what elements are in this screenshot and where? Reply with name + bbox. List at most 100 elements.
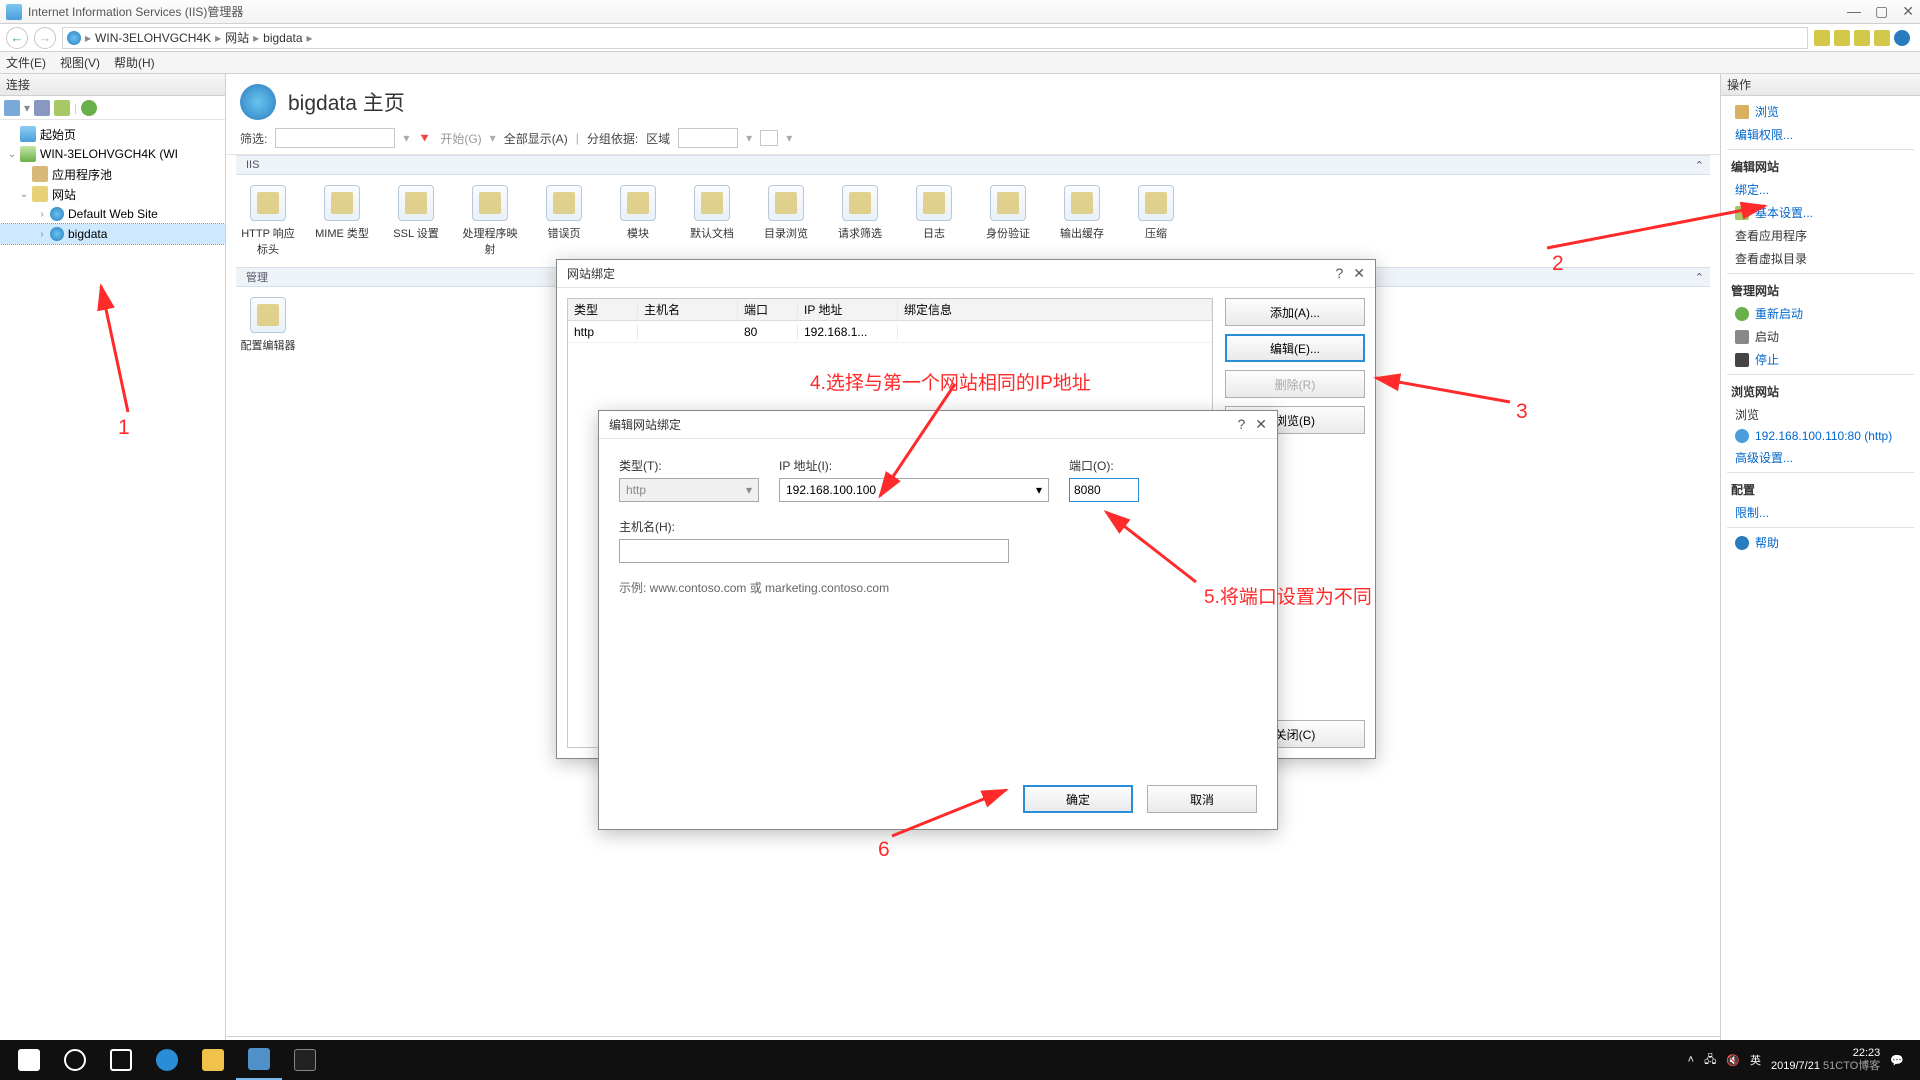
- tray-notifications-icon[interactable]: 💬: [1890, 1054, 1904, 1067]
- feature-logging[interactable]: 日志: [906, 185, 962, 257]
- feature-default-doc[interactable]: 默认文档: [684, 185, 740, 257]
- tray-chevron-icon[interactable]: ˄: [1688, 1054, 1694, 1066]
- bindings-edit-button[interactable]: 编辑(E)...: [1225, 334, 1365, 362]
- minimize-button[interactable]: —: [1847, 3, 1861, 20]
- breadcrumb-site[interactable]: bigdata: [263, 31, 302, 45]
- tool-icon[interactable]: [1814, 30, 1830, 46]
- dialog-close-icon[interactable]: ✕: [1255, 416, 1267, 433]
- col-ip: IP 地址: [798, 301, 898, 318]
- ip-select[interactable]: 192.168.100.100▾: [779, 478, 1049, 502]
- maximize-button[interactable]: ▢: [1875, 3, 1888, 20]
- label-ip: IP 地址(I):: [779, 457, 1049, 474]
- connections-tree: 起始页 ⌄WIN-3ELOHVGCH4K (WI 应用程序池 ⌄网站 ›Defa…: [0, 120, 225, 1042]
- feature-ssl[interactable]: SSL 设置: [388, 185, 444, 257]
- col-port: 端口: [738, 301, 798, 318]
- feature-handler-mappings[interactable]: 处理程序映射: [462, 185, 518, 257]
- feature-auth[interactable]: 身份验证: [980, 185, 1036, 257]
- menu-file[interactable]: 文件(E): [6, 54, 46, 71]
- action-stop[interactable]: 停止: [1721, 348, 1920, 371]
- groupby-combo[interactable]: [678, 128, 738, 148]
- type-select: http▾: [619, 478, 759, 502]
- tree-start-page[interactable]: 起始页: [0, 124, 225, 144]
- groupby-value[interactable]: 区域: [646, 130, 670, 147]
- dialog-help-icon[interactable]: ?: [1335, 265, 1343, 282]
- action-advanced-settings[interactable]: 高级设置...: [1721, 446, 1920, 469]
- breadcrumb-server[interactable]: WIN-3ELOHVGCH4K: [95, 31, 211, 45]
- windows-taskbar: ˄ 🖧 🔇 英 22:23 2019/7/21 51CTO博客 💬: [0, 1040, 1920, 1080]
- bindings-add-button[interactable]: 添加(A)...: [1225, 298, 1365, 326]
- tray-volume-icon[interactable]: 🔇: [1726, 1054, 1740, 1067]
- globe-icon: [67, 31, 81, 45]
- tree-apppools[interactable]: 应用程序池: [0, 164, 225, 184]
- taskbar-iis[interactable]: [236, 1040, 282, 1080]
- dialog-close-icon[interactable]: ✕: [1353, 265, 1365, 282]
- cancel-button[interactable]: 取消: [1147, 785, 1257, 813]
- feature-compression[interactable]: 压缩: [1128, 185, 1184, 257]
- action-view-apps[interactable]: 查看应用程序: [1721, 224, 1920, 247]
- tree-sites[interactable]: ⌄网站: [0, 184, 225, 204]
- action-edit-permissions[interactable]: 编辑权限...: [1721, 123, 1920, 146]
- action-basic-settings[interactable]: 基本设置...: [1721, 201, 1920, 224]
- hostname-input[interactable]: [619, 539, 1009, 563]
- tool-icon[interactable]: [1874, 30, 1890, 46]
- port-input[interactable]: [1069, 478, 1139, 502]
- taskbar-explorer[interactable]: [190, 1040, 236, 1080]
- refresh-icon[interactable]: [81, 100, 97, 116]
- feature-request-filter[interactable]: 请求筛选: [832, 185, 888, 257]
- taskbar-cmd[interactable]: [282, 1040, 328, 1080]
- taskbar-ie[interactable]: [144, 1040, 190, 1080]
- action-browse[interactable]: 浏览: [1721, 100, 1920, 123]
- task-view-button[interactable]: [98, 1040, 144, 1080]
- col-info: 绑定信息: [898, 301, 1212, 318]
- tree-default-site[interactable]: ›Default Web Site: [0, 204, 225, 224]
- feature-http-headers[interactable]: HTTP 响应标头: [240, 185, 296, 257]
- action-bindings[interactable]: 绑定...: [1721, 178, 1920, 201]
- edit-dialog-title: 编辑网站绑定: [609, 416, 681, 433]
- tray-clock[interactable]: 22:23 2019/7/21 51CTO博客: [1771, 1047, 1880, 1073]
- feature-config-editor[interactable]: 配置编辑器: [240, 297, 296, 353]
- search-button[interactable]: [52, 1040, 98, 1080]
- tray-network-icon[interactable]: 🖧: [1704, 1051, 1716, 1070]
- filter-combo[interactable]: [275, 128, 395, 148]
- tray-ime[interactable]: 英: [1750, 1052, 1761, 1068]
- feature-dir-browse[interactable]: 目录浏览: [758, 185, 814, 257]
- binding-row[interactable]: http 80 192.168.1...: [568, 321, 1212, 343]
- help-icon[interactable]: [1894, 30, 1910, 46]
- menu-help[interactable]: 帮助(H): [114, 54, 155, 71]
- connect-icon[interactable]: [4, 100, 20, 116]
- action-start[interactable]: 启动: [1721, 325, 1920, 348]
- menu-view[interactable]: 视图(V): [60, 54, 100, 71]
- group-config: 配置: [1721, 476, 1920, 501]
- window-title: Internet Information Services (IIS)管理器: [28, 3, 1847, 20]
- action-help[interactable]: 帮助: [1721, 531, 1920, 554]
- forward-button[interactable]: →: [34, 27, 56, 49]
- action-browse-ipport[interactable]: 192.168.100.110:80 (http): [1721, 426, 1920, 446]
- action-browse-site[interactable]: 浏览: [1721, 403, 1920, 426]
- ok-button[interactable]: 确定: [1023, 785, 1133, 813]
- tree-server[interactable]: ⌄WIN-3ELOHVGCH4K (WI: [0, 144, 225, 164]
- breadcrumb-sites[interactable]: 网站: [225, 29, 249, 46]
- navigation-bar: ← → ▸ WIN-3ELOHVGCH4K ▸ 网站 ▸ bigdata ▸: [0, 24, 1920, 52]
- action-limits[interactable]: 限制...: [1721, 501, 1920, 524]
- feature-error-pages[interactable]: 错误页: [536, 185, 592, 257]
- showall-link[interactable]: 全部显示(A): [504, 130, 568, 147]
- window-titlebar: Internet Information Services (IIS)管理器 —…: [0, 0, 1920, 24]
- breadcrumb[interactable]: ▸ WIN-3ELOHVGCH4K ▸ 网站 ▸ bigdata ▸: [62, 27, 1808, 49]
- start-label[interactable]: 开始(G): [440, 130, 481, 147]
- feature-output-cache[interactable]: 输出缓存: [1054, 185, 1110, 257]
- dialog-help-icon[interactable]: ?: [1237, 416, 1245, 433]
- close-button[interactable]: ✕: [1902, 3, 1914, 20]
- action-view-vdirs[interactable]: 查看虚拟目录: [1721, 247, 1920, 270]
- section-iis[interactable]: IIS⌃: [236, 155, 1710, 175]
- grid-icon[interactable]: [54, 100, 70, 116]
- action-restart[interactable]: 重新启动: [1721, 302, 1920, 325]
- save-icon[interactable]: [34, 100, 50, 116]
- tool-icon[interactable]: [1854, 30, 1870, 46]
- feature-modules[interactable]: 模块: [610, 185, 666, 257]
- back-button[interactable]: ←: [6, 27, 28, 49]
- view-toggle[interactable]: [760, 130, 778, 146]
- feature-mime[interactable]: MIME 类型: [314, 185, 370, 257]
- tree-bigdata-site[interactable]: ›bigdata: [0, 224, 225, 244]
- start-button[interactable]: [6, 1040, 52, 1080]
- tool-icon[interactable]: [1834, 30, 1850, 46]
